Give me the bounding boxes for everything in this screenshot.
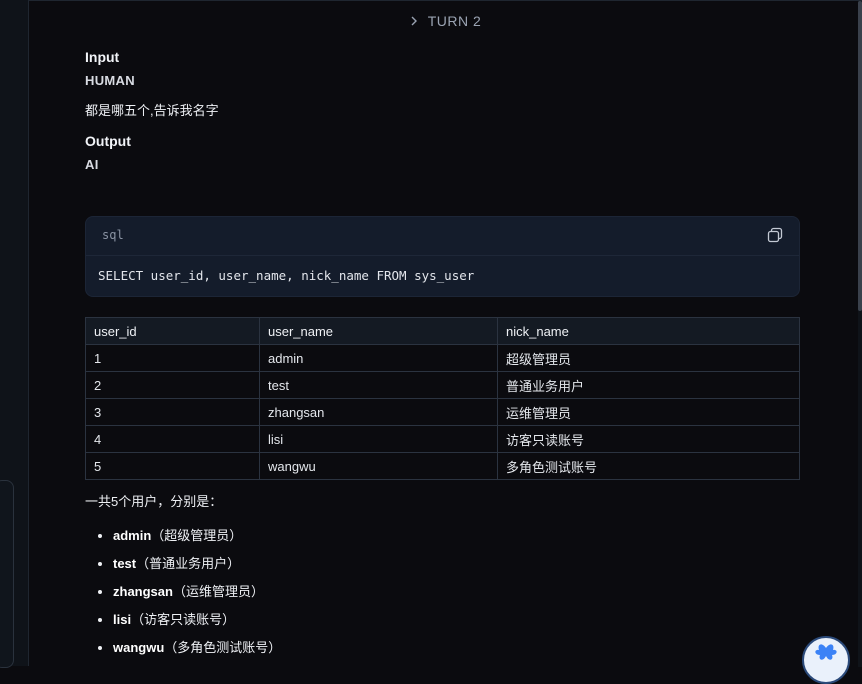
table-cell: wangwu bbox=[259, 452, 498, 480]
code-block-header: sql bbox=[86, 217, 799, 256]
table-row: 2 test 普通业务用户 bbox=[85, 371, 800, 399]
summary-intro: 一共5个用户，分别是： bbox=[85, 494, 223, 509]
table-row: 4 lisi 访客只读账号 bbox=[85, 425, 800, 453]
user-name: zhangsan bbox=[113, 584, 173, 599]
list-item: admin（超级管理员） bbox=[113, 522, 800, 550]
input-section-label: Input bbox=[85, 49, 120, 65]
sidebar-panel bbox=[0, 480, 14, 668]
query-result-table: user_id user_name nick_name 1 admin 超级管理… bbox=[85, 317, 800, 480]
chat-transcript: TURN 2 Input HUMAN 都是哪五个,告诉我名字 Output AI… bbox=[29, 0, 862, 667]
column-header: nick_name bbox=[497, 317, 800, 345]
list-item: zhangsan（运维管理员） bbox=[113, 578, 800, 606]
copy-icon[interactable] bbox=[767, 227, 783, 243]
table-cell: zhangsan bbox=[259, 398, 498, 426]
table-row: 5 wangwu 多角色测试账号 bbox=[85, 452, 800, 480]
user-desc: （访客只读账号） bbox=[131, 612, 236, 627]
chevron-right-icon bbox=[410, 13, 418, 29]
table-cell: 4 bbox=[85, 425, 260, 453]
input-role: HUMAN bbox=[85, 73, 135, 88]
table-cell: 2 bbox=[85, 371, 260, 399]
list-item: test（普通业务用户） bbox=[113, 550, 800, 578]
table-cell: 运维管理员 bbox=[497, 398, 800, 426]
output-section-label: Output bbox=[85, 133, 131, 149]
turn-content: Input HUMAN 都是哪五个,告诉我名字 Output AI bbox=[85, 49, 800, 172]
table-cell: 普通业务用户 bbox=[497, 371, 800, 399]
list-item: wangwu（多角色测试账号） bbox=[113, 634, 800, 662]
user-desc: （运维管理员） bbox=[172, 584, 264, 599]
table-cell: 访客只读账号 bbox=[497, 425, 800, 453]
scrollbar-thumb[interactable] bbox=[858, 1, 862, 311]
user-desc: （超级管理员） bbox=[151, 528, 243, 543]
table-row: 1 admin 超级管理员 bbox=[85, 344, 800, 372]
scrollbar[interactable] bbox=[858, 1, 862, 667]
table-row: 3 zhangsan 运维管理员 bbox=[85, 398, 800, 426]
table-cell: 3 bbox=[85, 398, 260, 426]
turn-toggle[interactable]: TURN 2 bbox=[29, 13, 862, 29]
code-content: SELECT user_id, user_name, nick_name FRO… bbox=[98, 268, 475, 283]
table-cell: 多角色测试账号 bbox=[497, 452, 800, 480]
user-name: test bbox=[113, 556, 137, 571]
user-list: admin（超级管理员） test（普通业务用户） zhangsan（运维管理员… bbox=[85, 522, 800, 662]
user-name: wangwu bbox=[113, 640, 165, 655]
sql-code-block: sql SELECT user_id, user_name, nick_name… bbox=[85, 216, 800, 297]
table-cell: 超级管理员 bbox=[497, 344, 800, 372]
table-header-row: user_id user_name nick_name bbox=[85, 317, 800, 345]
assistant-logo-icon[interactable] bbox=[802, 636, 850, 684]
code-language: sql bbox=[102, 228, 124, 242]
table-cell: test bbox=[259, 371, 498, 399]
column-header: user_id bbox=[85, 317, 260, 345]
user-desc: （多角色测试账号） bbox=[164, 640, 282, 655]
turn-label: TURN 2 bbox=[427, 13, 482, 29]
ai-summary: 一共5个用户，分别是： admin（超级管理员） test（普通业务用户） zh… bbox=[85, 491, 800, 662]
list-item: lisi（访客只读账号） bbox=[113, 606, 800, 634]
column-header: user_name bbox=[259, 317, 498, 345]
output-role: AI bbox=[85, 157, 99, 172]
table-cell: 1 bbox=[85, 344, 260, 372]
user-name: lisi bbox=[113, 612, 132, 627]
user-name: admin bbox=[113, 528, 152, 543]
table-cell: 5 bbox=[85, 452, 260, 480]
user-desc: （普通业务用户） bbox=[136, 556, 241, 571]
left-sidebar bbox=[0, 0, 29, 668]
human-message: 都是哪五个,告诉我名字 bbox=[85, 103, 219, 118]
table-cell: lisi bbox=[259, 425, 498, 453]
table-cell: admin bbox=[259, 344, 498, 372]
